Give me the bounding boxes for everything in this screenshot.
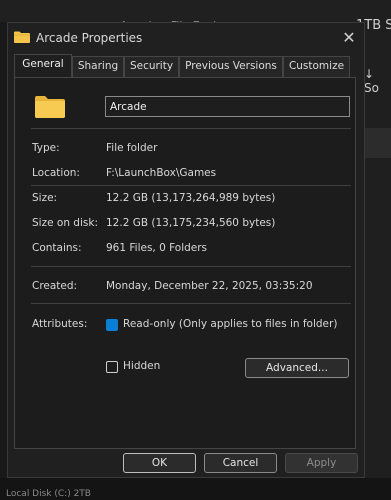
advanced-button[interactable]: Advanced... — [245, 358, 349, 378]
folder-name-input[interactable] — [105, 96, 350, 117]
dialog-footer: OK Cancel Apply — [8, 453, 364, 477]
readonly-label[interactable]: Read-only (Only applies to files in fold… — [123, 318, 337, 330]
background-sort-button[interactable]: ↓ So — [364, 67, 391, 95]
size-on-disk-value: 12.2 GB (13,175,234,560 bytes) — [106, 217, 276, 229]
folder-icon — [14, 31, 30, 43]
created-label: Created: — [32, 280, 78, 292]
location-value: F:\LaunchBox\Games — [106, 167, 217, 179]
tab-sharing[interactable]: Sharing — [72, 56, 124, 77]
dialog-titlebar: Arcade Properties ✕ — [8, 23, 364, 53]
background-drive-item: Local Disk (C:) 2TB — [6, 489, 91, 499]
tab-general[interactable]: General — [14, 54, 72, 78]
type-label: Type: — [32, 142, 60, 154]
contains-value: 961 Files, 0 Folders — [106, 242, 208, 254]
location-label: Location: — [32, 167, 80, 179]
close-button[interactable]: ✕ — [338, 27, 360, 49]
divider — [31, 303, 351, 304]
divider — [31, 128, 351, 129]
size-on-disk-label: Size on disk: — [32, 217, 98, 229]
tab-previous-versions[interactable]: Previous Versions — [179, 56, 283, 77]
general-panel: Type: File folder Location: F:\LaunchBox… — [14, 77, 356, 449]
apply-button[interactable]: Apply — [285, 453, 358, 473]
divider — [31, 266, 351, 267]
cancel-button[interactable]: Cancel — [204, 453, 277, 473]
size-label: Size: — [32, 192, 58, 204]
attributes-label: Attributes: — [32, 318, 88, 330]
hidden-label[interactable]: Hidden — [123, 360, 160, 372]
folder-icon — [35, 96, 65, 118]
tab-customize[interactable]: Customize — [283, 56, 350, 77]
close-icon: ✕ — [342, 28, 356, 47]
readonly-checkbox[interactable] — [106, 319, 118, 331]
type-value: File folder — [106, 142, 158, 154]
background-window-left — [0, 22, 7, 500]
created-value: Monday, December 22, 2025, 03:35:20 — [106, 280, 313, 292]
properties-dialog: Arcade Properties ✕ General Sharing Secu… — [7, 22, 365, 478]
size-value: 12.2 GB (13,173,264,989 bytes) — [106, 192, 276, 204]
dialog-title: Arcade Properties — [36, 31, 143, 45]
divider — [31, 185, 351, 186]
contains-label: Contains: — [32, 242, 82, 254]
ok-button[interactable]: OK — [123, 453, 196, 473]
hidden-checkbox[interactable] — [106, 361, 118, 373]
tab-security[interactable]: Security — [124, 56, 179, 77]
